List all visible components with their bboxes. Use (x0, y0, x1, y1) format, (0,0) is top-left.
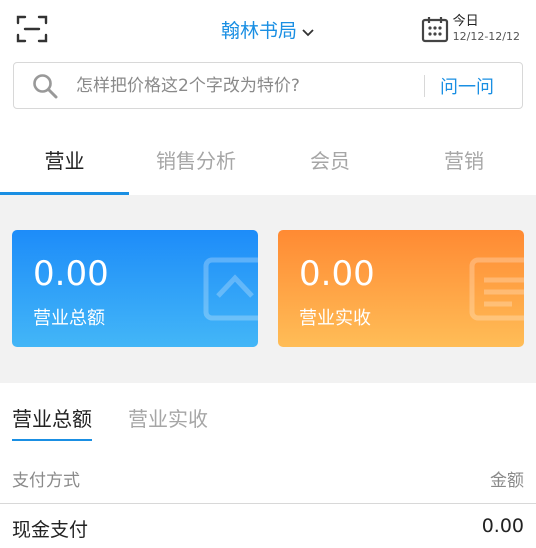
actual-revenue-card[interactable]: 0.00 营业实收 (278, 230, 524, 347)
tab-marketing[interactable]: 营销 (397, 125, 531, 195)
section-divider (0, 368, 536, 383)
table-row: 现金支付 0.00 (0, 505, 536, 548)
date-range: 12/12-12/12 (452, 30, 520, 44)
ask-button[interactable]: 问一问 (425, 73, 522, 99)
chart-icon (203, 257, 258, 321)
subtab-total-revenue[interactable]: 营业总额 (12, 403, 92, 441)
tab-members[interactable]: 会员 (263, 125, 397, 195)
revenue-subtabs: 营业总额 营业实收 (0, 383, 536, 443)
tab-business[interactable]: 营业 (0, 125, 129, 195)
top-bar: 翰林书局 今日 12/12-12/12 (0, 0, 536, 56)
section-divider (0, 195, 536, 209)
store-name: 翰林书局 (220, 20, 297, 42)
summary-cards: 0.00 营业总额 0.00 营业实收 (0, 209, 536, 368)
tab-sales-analysis[interactable]: 销售分析 (129, 125, 263, 195)
receipt-icon (469, 257, 524, 321)
subtab-actual-revenue[interactable]: 营业实收 (128, 403, 208, 432)
total-revenue-label: 营业总额 (33, 308, 105, 329)
date-picker[interactable]: 今日 12/12-12/12 (421, 12, 520, 46)
payment-table-header: 支付方式 金额 (0, 458, 536, 504)
chevron-down-icon (301, 21, 315, 43)
actual-revenue-label: 营业实收 (299, 308, 371, 329)
payment-method: 现金支付 (12, 519, 89, 541)
search-bar: 问一问 (13, 62, 523, 109)
calendar-icon (421, 15, 449, 43)
payment-amount: 0.00 (481, 515, 524, 537)
total-revenue-card[interactable]: 0.00 营业总额 (12, 230, 258, 347)
total-revenue-value: 0.00 (33, 254, 109, 294)
main-tabs: 营业 销售分析 会员 营销 (0, 125, 536, 195)
search-icon (32, 73, 58, 99)
column-amount: 金额 (490, 471, 524, 491)
actual-revenue-value: 0.00 (299, 254, 375, 294)
column-payment-method: 支付方式 (12, 471, 80, 491)
date-label: 今日 (452, 13, 479, 29)
search-input[interactable] (76, 75, 424, 96)
date-text: 今日 12/12-12/12 (452, 13, 520, 44)
